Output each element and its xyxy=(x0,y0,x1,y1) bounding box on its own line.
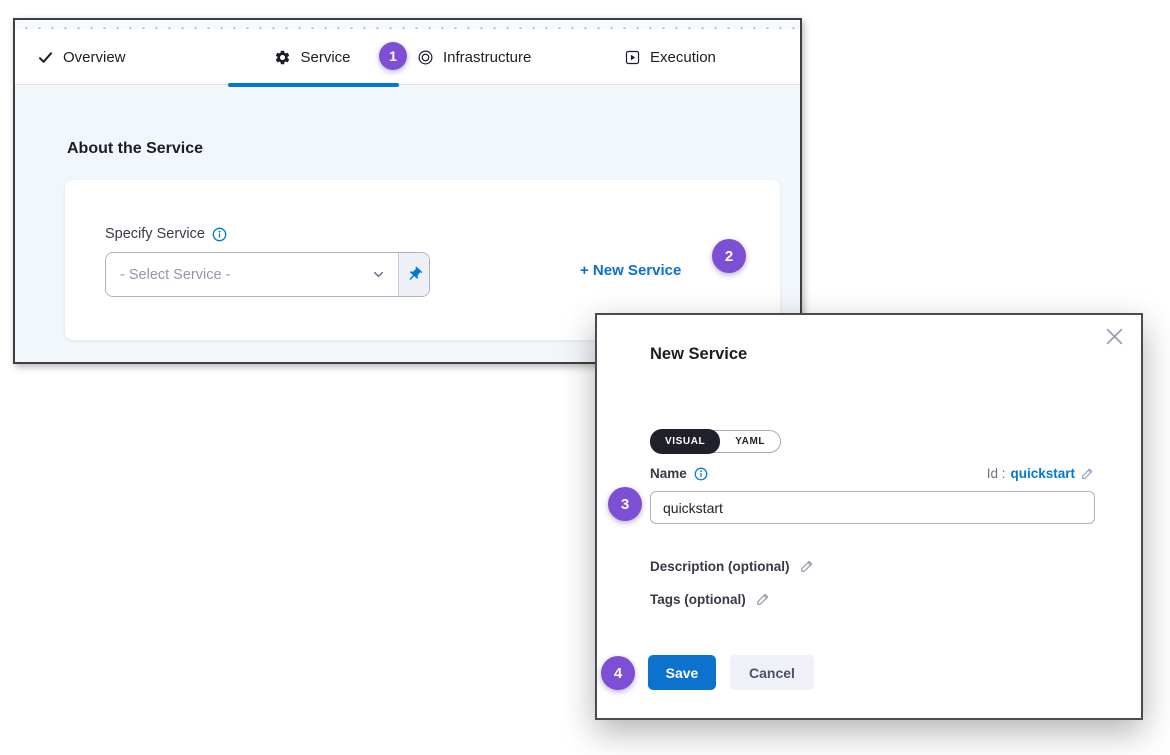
infrastructure-icon xyxy=(417,49,434,66)
tags-optional-row[interactable]: Tags (optional) xyxy=(650,591,771,607)
name-label: Name xyxy=(650,466,708,481)
tab-label: Overview xyxy=(63,49,126,66)
save-button[interactable]: Save xyxy=(648,655,716,690)
check-icon xyxy=(37,49,54,66)
step-badge-4: 4 xyxy=(601,656,635,690)
step-badge-1: 1 xyxy=(379,42,407,70)
close-icon[interactable] xyxy=(1102,324,1126,348)
tab-infrastructure[interactable]: Infrastructure xyxy=(417,29,531,85)
pin-service-button[interactable] xyxy=(398,253,429,296)
select-placeholder: - Select Service - xyxy=(120,267,371,283)
chevron-down-icon xyxy=(371,267,386,282)
specify-service-label: Specify Service xyxy=(105,226,227,242)
new-service-modal: New Service VISUAL YAML Name Id : quicks… xyxy=(595,313,1143,720)
gear-icon xyxy=(274,49,291,66)
step-badge-2: 2 xyxy=(712,239,746,273)
service-select-dropdown[interactable]: - Select Service - xyxy=(106,253,398,296)
tab-overview[interactable]: Overview xyxy=(37,29,126,85)
pin-icon xyxy=(406,266,423,283)
id-prefix: Id : xyxy=(987,466,1006,481)
modal-actions: Save Cancel xyxy=(648,655,814,690)
execution-icon xyxy=(624,49,641,66)
toggle-yaml[interactable]: YAML xyxy=(720,430,780,453)
visual-yaml-toggle: VISUAL YAML xyxy=(650,430,781,453)
tab-service[interactable]: Service xyxy=(220,29,405,85)
description-label: Description (optional) xyxy=(650,559,790,574)
tab-execution[interactable]: Execution xyxy=(624,29,716,85)
modal-title: New Service xyxy=(650,345,747,364)
edit-pencil-icon[interactable] xyxy=(755,591,771,607)
tab-label: Infrastructure xyxy=(443,49,531,66)
section-heading: About the Service xyxy=(67,140,203,158)
service-select-group: - Select Service - xyxy=(105,252,430,297)
info-icon[interactable] xyxy=(694,467,708,481)
step-badge-3: 3 xyxy=(608,487,642,521)
ruler-tick-strip xyxy=(15,20,800,29)
info-icon[interactable] xyxy=(212,227,227,242)
tags-label: Tags (optional) xyxy=(650,592,746,607)
service-name-input[interactable] xyxy=(650,491,1095,524)
toggle-visual[interactable]: VISUAL xyxy=(650,429,720,454)
description-optional-row[interactable]: Description (optional) xyxy=(650,558,815,574)
cancel-button[interactable]: Cancel xyxy=(730,655,814,690)
new-service-link[interactable]: + New Service xyxy=(580,262,681,279)
id-value: quickstart xyxy=(1010,466,1075,481)
stage-tab-bar: Overview Service Infrastructure Executio… xyxy=(15,29,800,85)
name-row: Name Id : quickstart xyxy=(650,466,1095,481)
edit-id-pencil-icon[interactable] xyxy=(1080,466,1095,481)
active-tab-underline xyxy=(228,83,399,87)
tab-label: Service xyxy=(300,49,350,66)
service-id-line: Id : quickstart xyxy=(987,466,1095,481)
edit-pencil-icon[interactable] xyxy=(799,558,815,574)
tab-label: Execution xyxy=(650,49,716,66)
